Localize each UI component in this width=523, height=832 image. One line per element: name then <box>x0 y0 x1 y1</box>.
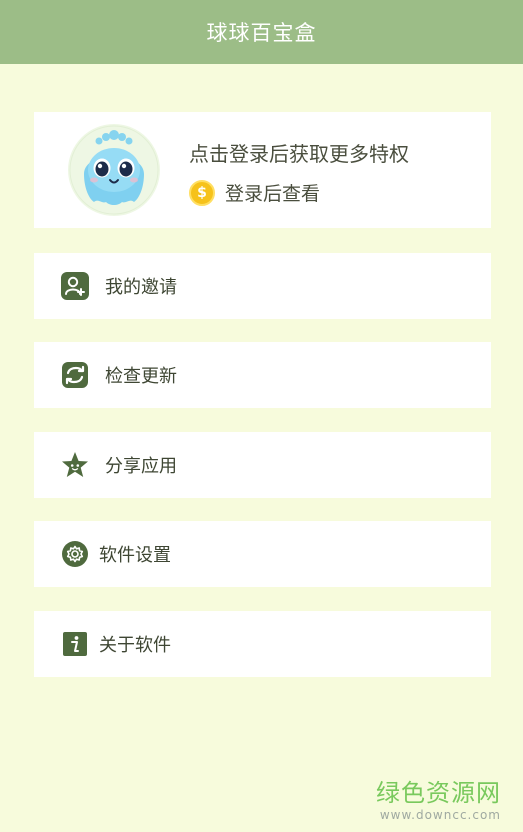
login-card[interactable]: 点击登录后获取更多特权 $ 登录后查看 <box>34 112 491 228</box>
info-icon <box>60 629 90 659</box>
gear-icon <box>60 539 90 569</box>
menu-item-label: 我的邀请 <box>105 277 177 298</box>
menu-item-label: 关于软件 <box>99 635 171 656</box>
watermark-url: www.downcc.com <box>379 808 501 822</box>
coin-icon: $ <box>189 179 215 206</box>
watermark-name: 绿色资源网 <box>376 779 501 807</box>
jellyfish-mascot-icon <box>69 125 159 215</box>
coin-label: 登录后查看 <box>225 183 321 205</box>
login-text: 点击登录后获取更多特权 $ 登录后查看 <box>189 138 409 206</box>
menu-item-about[interactable]: 关于软件 <box>34 611 491 677</box>
menu-item-settings[interactable]: 软件设置 <box>34 521 491 587</box>
login-prompt: 点击登录后获取更多特权 <box>189 142 409 166</box>
user-add-icon <box>60 271 90 301</box>
site-watermark: 绿色资源网 www.downcc.com <box>376 781 501 822</box>
refresh-icon <box>60 360 90 390</box>
menu-item-label: 软件设置 <box>99 545 171 566</box>
app-header: 球球百宝盒 <box>0 0 523 64</box>
app-title: 球球百宝盒 <box>206 21 317 45</box>
menu-item-label: 分享应用 <box>105 456 177 477</box>
menu-item-invites[interactable]: 我的邀请 <box>34 253 491 319</box>
menu-item-check-update[interactable]: 检查更新 <box>34 342 491 408</box>
star-icon <box>60 450 90 480</box>
menu-item-share-app[interactable]: 分享应用 <box>34 432 491 498</box>
avatar[interactable] <box>68 124 160 216</box>
menu-item-label: 检查更新 <box>105 366 177 387</box>
coin-row: $ 登录后查看 <box>189 179 409 206</box>
